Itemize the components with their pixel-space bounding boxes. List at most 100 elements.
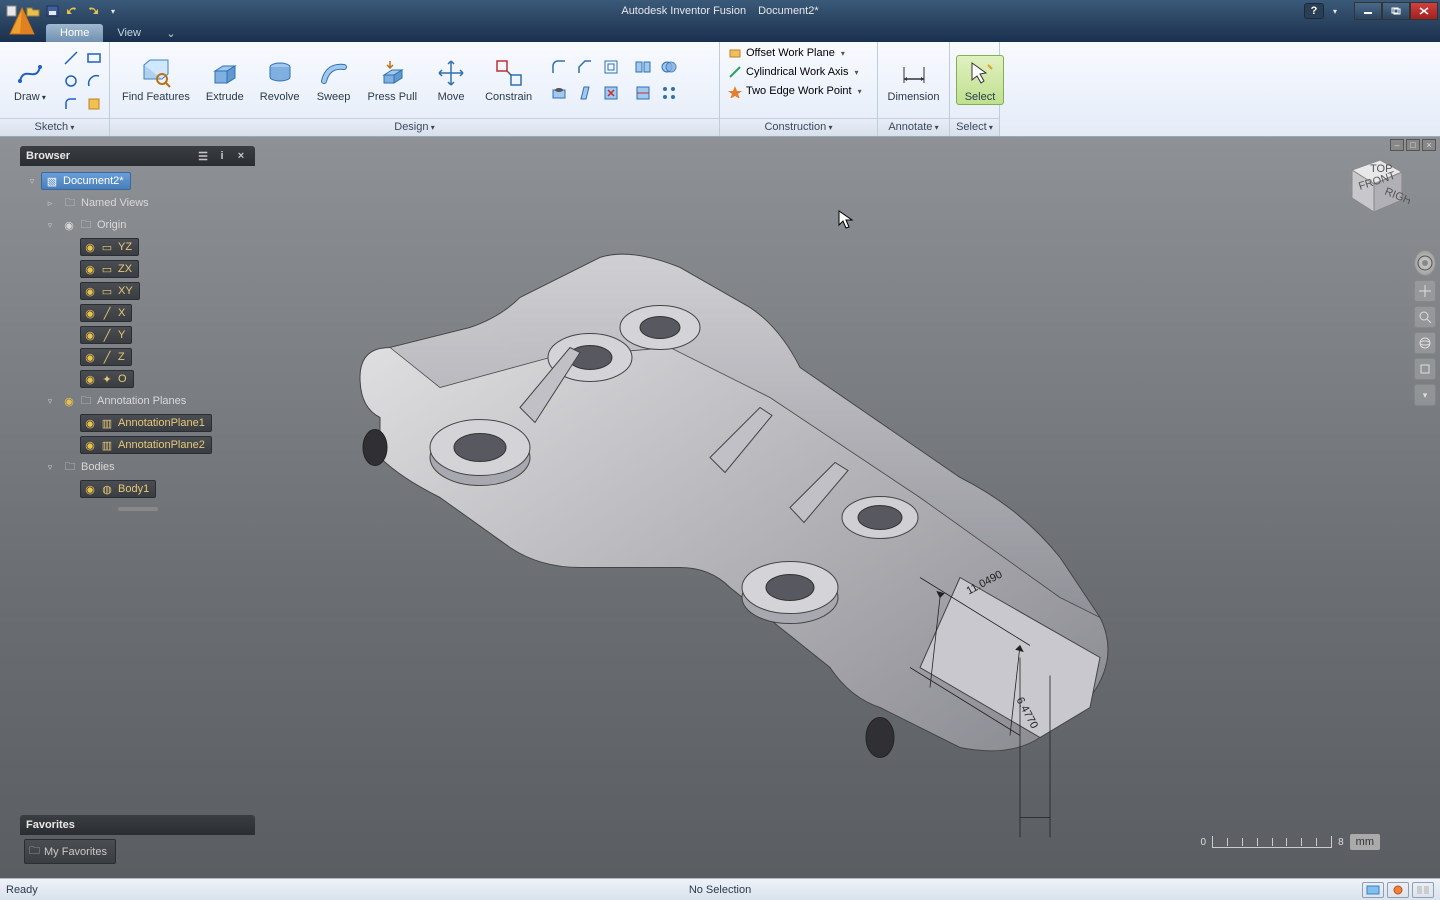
tree-origin[interactable]: ◉🗀Origin xyxy=(59,216,133,234)
qat-redo-icon[interactable] xyxy=(84,3,102,19)
tree-plane-zx[interactable]: ◉▭ZX xyxy=(80,260,139,278)
bulb-icon[interactable]: ◉ xyxy=(84,263,96,275)
status-icon-2[interactable] xyxy=(1387,882,1409,898)
bulb-icon[interactable]: ◉ xyxy=(84,307,96,319)
status-icon-3[interactable] xyxy=(1412,882,1434,898)
tree-plane-xy[interactable]: ◉▭XY xyxy=(80,282,140,300)
tree-annotation-planes[interactable]: ◉🗀Annotation Planes xyxy=(59,392,193,410)
hole-icon[interactable] xyxy=(548,82,570,104)
press-pull-button[interactable]: Press Pull xyxy=(362,55,424,105)
fillet-icon[interactable] xyxy=(548,56,570,78)
tree-body1[interactable]: ◉◍Body1 xyxy=(80,480,156,498)
bulb-icon[interactable]: ◉ xyxy=(84,329,96,341)
app-logo-icon[interactable] xyxy=(2,2,42,42)
pan-icon[interactable] xyxy=(1414,280,1436,302)
pattern-icon[interactable] xyxy=(658,82,680,104)
tree-axis-z[interactable]: ◉╱Z xyxy=(80,348,132,366)
tree-axis-x[interactable]: ◉╱X xyxy=(80,304,132,322)
draft-icon[interactable] xyxy=(574,82,596,104)
tree-twisty-icon[interactable]: ▿ xyxy=(44,396,56,407)
bulb-icon[interactable]: ◉ xyxy=(84,285,96,297)
sketch-circle-icon[interactable] xyxy=(60,70,82,92)
window-restore-button[interactable] xyxy=(1382,2,1410,20)
extrude-button[interactable]: Extrude xyxy=(200,55,250,105)
qat-save-icon[interactable] xyxy=(44,3,62,19)
delete-face-icon[interactable] xyxy=(600,82,622,104)
bulb-icon[interactable]: ◉ xyxy=(84,373,96,385)
tree-twisty-icon[interactable]: ▿ xyxy=(44,220,56,231)
panel-select-label[interactable]: Select xyxy=(950,118,999,136)
sketch-line-icon[interactable] xyxy=(60,47,82,69)
tab-home[interactable]: Home xyxy=(46,24,103,42)
help-button[interactable]: ? xyxy=(1304,3,1324,19)
bulb-icon[interactable]: ◉ xyxy=(63,219,75,231)
tree-named-views[interactable]: 🗀Named Views xyxy=(59,194,156,212)
browser-pin-icon[interactable]: i xyxy=(214,149,230,163)
combine-icon[interactable] xyxy=(658,56,680,78)
browser-close-icon[interactable]: × xyxy=(233,149,249,163)
tree-twisty-icon[interactable]: ▿ xyxy=(26,176,38,187)
bulb-icon[interactable]: ◉ xyxy=(63,395,75,407)
tree-doc-node[interactable]: ▧Document2* xyxy=(41,172,131,190)
nav-expand-icon[interactable]: ▾ xyxy=(1414,384,1436,406)
steering-wheel-icon[interactable] xyxy=(1414,250,1436,276)
bulb-icon[interactable]: ◉ xyxy=(84,439,96,451)
qat-dropdown-icon[interactable]: ▾ xyxy=(104,3,122,19)
tree-twisty-icon[interactable]: ▿ xyxy=(44,462,56,473)
ruler-unit[interactable]: mm xyxy=(1350,834,1380,850)
panel-design-label[interactable]: Design xyxy=(110,118,719,136)
sketch-rect-icon[interactable] xyxy=(83,47,105,69)
help-dropdown-icon[interactable]: ▾ xyxy=(1326,3,1344,19)
tree-ap2[interactable]: ◉▥AnnotationPlane2 xyxy=(80,436,212,454)
chamfer-icon[interactable] xyxy=(574,56,596,78)
lookat-icon[interactable] xyxy=(1414,358,1436,380)
bulb-icon[interactable]: ◉ xyxy=(84,351,96,363)
two-edge-work-point-button[interactable]: Two Edge Work Point ▾ xyxy=(724,82,873,100)
tree-plane-yz[interactable]: ◉▭YZ xyxy=(80,238,139,256)
tree-axis-y[interactable]: ◉╱Y xyxy=(80,326,132,344)
tab-expand-icon[interactable]: ⌄ xyxy=(161,24,181,42)
bulb-icon[interactable]: ◉ xyxy=(84,483,96,495)
bulb-icon[interactable]: ◉ xyxy=(84,417,96,429)
browser-title-bar[interactable]: Browser ☰ i × xyxy=(20,146,255,166)
select-button[interactable]: Select xyxy=(956,55,1004,105)
window-minimize-button[interactable] xyxy=(1354,2,1382,20)
bulb-icon[interactable]: ◉ xyxy=(84,241,96,253)
shell-icon[interactable] xyxy=(600,56,622,78)
tree-twisty-icon[interactable]: ▹ xyxy=(44,198,56,209)
orbit-icon[interactable] xyxy=(1414,332,1436,354)
move-button[interactable]: Move xyxy=(427,55,475,105)
constrain-button[interactable]: Constrain xyxy=(479,55,538,105)
zoom-icon[interactable] xyxy=(1414,306,1436,328)
panel-construction-label[interactable]: Construction xyxy=(720,118,877,136)
tabs-row: Home View ⌄ xyxy=(0,22,1440,42)
find-features-button[interactable]: Find Features xyxy=(116,55,196,105)
cylindrical-work-axis-button[interactable]: Cylindrical Work Axis ▾ xyxy=(724,63,873,81)
status-icon-1[interactable] xyxy=(1362,882,1384,898)
dimension-button[interactable]: Dimension xyxy=(884,55,943,105)
qat-undo-icon[interactable] xyxy=(64,3,82,19)
draw-button[interactable]: Draw xyxy=(6,55,54,105)
revolve-button[interactable]: Revolve xyxy=(254,55,306,105)
browser-options-icon[interactable]: ☰ xyxy=(195,149,211,163)
tree-origin-point[interactable]: ◉✦O xyxy=(80,370,134,388)
doc-close-icon[interactable]: × xyxy=(1422,139,1436,151)
my-favorites-item[interactable]: 🗀My Favorites xyxy=(24,839,116,864)
tab-view[interactable]: View xyxy=(103,24,155,42)
browser-splitter[interactable] xyxy=(20,504,255,514)
sketch-fillet-icon[interactable] xyxy=(60,93,82,115)
folder-icon: 🗀 xyxy=(79,394,93,408)
sketch-project-icon[interactable] xyxy=(83,93,105,115)
tree-ap1[interactable]: ◉▥AnnotationPlane1 xyxy=(80,414,212,432)
panel-sketch-label[interactable]: Sketch xyxy=(0,118,109,136)
sweep-button[interactable]: Sweep xyxy=(310,55,358,105)
window-close-button[interactable] xyxy=(1410,2,1438,20)
view-cube[interactable]: FRONT RIGHT TOP xyxy=(1340,150,1410,220)
favorites-title-bar[interactable]: Favorites xyxy=(20,815,255,835)
split-face-icon[interactable] xyxy=(632,82,654,104)
tree-bodies[interactable]: 🗀Bodies xyxy=(59,458,122,476)
panel-annotate-label[interactable]: Annotate xyxy=(878,118,949,136)
split-body-icon[interactable] xyxy=(632,56,654,78)
offset-work-plane-button[interactable]: Offset Work Plane ▾ xyxy=(724,44,873,62)
sketch-arc-icon[interactable] xyxy=(83,70,105,92)
